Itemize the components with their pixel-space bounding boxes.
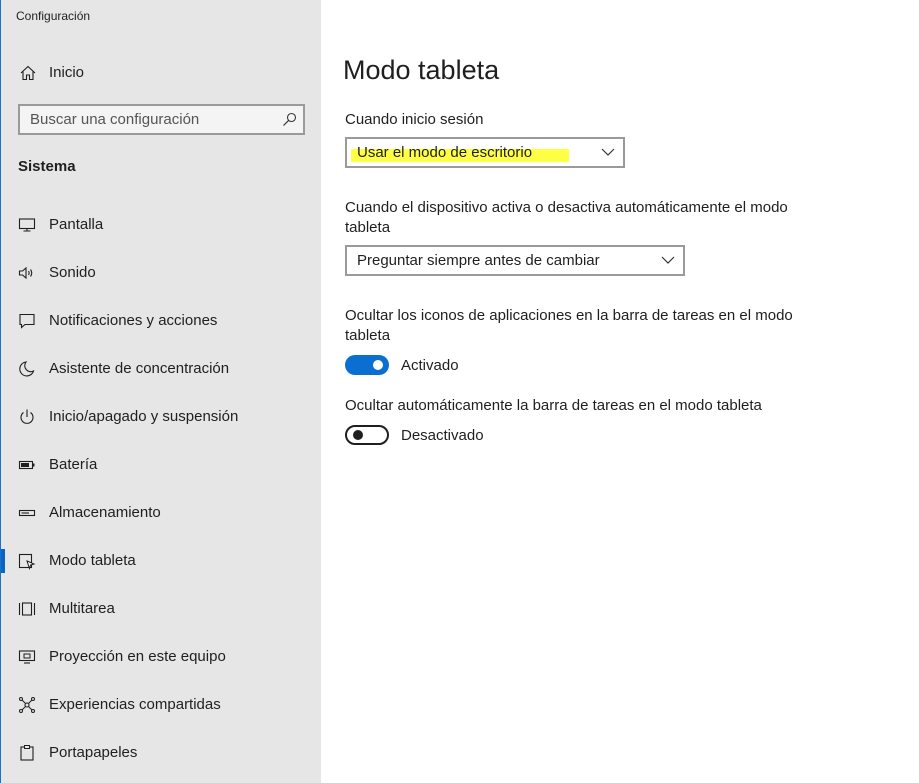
page-title: Modo tableta <box>343 55 500 85</box>
sidebar-item-label: Multitarea <box>49 600 115 617</box>
sidebar-item-sonido[interactable]: Sonido <box>1 253 322 293</box>
sidebar-item-almacenamiento[interactable]: Almacenamiento <box>1 493 322 533</box>
speaker-icon <box>18 264 36 282</box>
sidebar-item-label: Experiencias compartidas <box>49 696 221 713</box>
hide-taskbar-state: Desactivado <box>401 427 484 444</box>
sidebar-item-pantalla[interactable]: Pantalla <box>1 205 322 245</box>
search-box[interactable] <box>18 104 305 135</box>
notification-icon <box>18 312 36 330</box>
moon-icon <box>18 360 36 378</box>
battery-icon <box>18 456 36 474</box>
shared-experiences-icon <box>18 696 36 714</box>
hide-icons-state: Activado <box>401 357 459 374</box>
sidebar-item-inicio-apagado[interactable]: Inicio/apagado y suspensión <box>1 397 322 437</box>
hide-taskbar-label: Ocultar automáticamente la barra de tare… <box>345 397 762 414</box>
hide-icons-label: Ocultar los iconos de aplicaciones en la… <box>345 307 793 344</box>
power-icon <box>18 408 36 426</box>
sidebar-item-label: Inicio <box>49 64 85 81</box>
sidebar-item-portapapeles[interactable]: Portapapeles <box>1 733 322 773</box>
dropdown-value: Usar el modo de escritorio <box>357 144 533 161</box>
multitask-icon <box>18 600 36 618</box>
sidebar-item-home[interactable]: Inicio <box>1 53 322 93</box>
main-content: Modo tableta Cuando inicio sesión Usar e… <box>321 0 919 783</box>
sidebar: Configuración Inicio Sistema Pantalla <box>0 0 321 783</box>
hide-taskbar-toggle[interactable] <box>345 425 389 445</box>
sidebar-item-modo-tableta[interactable]: Modo tableta <box>1 541 322 581</box>
window-title: Configuración <box>16 9 91 23</box>
toggle-knob <box>373 360 383 370</box>
sidebar-item-label: Batería <box>49 456 98 473</box>
auto-switch-dropdown[interactable]: Preguntar siempre antes de cambiar <box>345 245 685 276</box>
sidebar-item-label: Sonido <box>49 264 96 281</box>
sidebar-item-label: Asistente de concentración <box>49 360 230 377</box>
sidebar-item-proyeccion[interactable]: Proyección en este equipo <box>1 637 322 677</box>
home-icon <box>19 64 37 82</box>
monitor-icon <box>18 216 36 234</box>
projection-icon <box>18 648 36 666</box>
sidebar-item-notificaciones[interactable]: Notificaciones y acciones <box>1 301 322 341</box>
sidebar-item-label: Pantalla <box>49 216 104 233</box>
section-label: Sistema <box>18 158 76 175</box>
storage-icon <box>18 504 36 522</box>
sidebar-item-label: Proyección en este equipo <box>49 648 226 665</box>
sidebar-item-label: Inicio/apagado y suspensión <box>49 408 239 425</box>
sidebar-item-experiencias-compartidas[interactable]: Experiencias compartidas <box>1 685 322 725</box>
chevron-down-icon <box>601 148 615 156</box>
sidebar-item-label: Portapapeles <box>49 744 138 761</box>
tablet-icon <box>18 552 36 570</box>
toggle-knob <box>353 430 363 440</box>
selection-indicator <box>1 549 5 573</box>
signin-label: Cuando inicio sesión <box>345 111 484 128</box>
hide-icons-toggle[interactable] <box>345 355 389 375</box>
settings-window: Configuración Inicio Sistema Pantalla <box>0 0 919 783</box>
chevron-down-icon <box>661 256 675 264</box>
sidebar-item-label: Almacenamiento <box>49 504 161 521</box>
sidebar-item-bateria[interactable]: Batería <box>1 445 322 485</box>
dropdown-value: Preguntar siempre antes de cambiar <box>357 252 600 269</box>
sidebar-item-label: Notificaciones y acciones <box>49 312 218 329</box>
signin-mode-dropdown[interactable]: Usar el modo de escritorio <box>345 137 625 168</box>
search-input[interactable] <box>20 106 270 133</box>
search-icon[interactable] <box>282 112 297 127</box>
sidebar-item-multitarea[interactable]: Multitarea <box>1 589 322 629</box>
sidebar-item-label: Modo tableta <box>49 552 136 569</box>
sidebar-item-asistente-concentracion[interactable]: Asistente de concentración <box>1 349 322 389</box>
clipboard-icon <box>18 744 36 762</box>
auto-switch-label: Cuando el dispositivo activa o desactiva… <box>345 199 788 236</box>
